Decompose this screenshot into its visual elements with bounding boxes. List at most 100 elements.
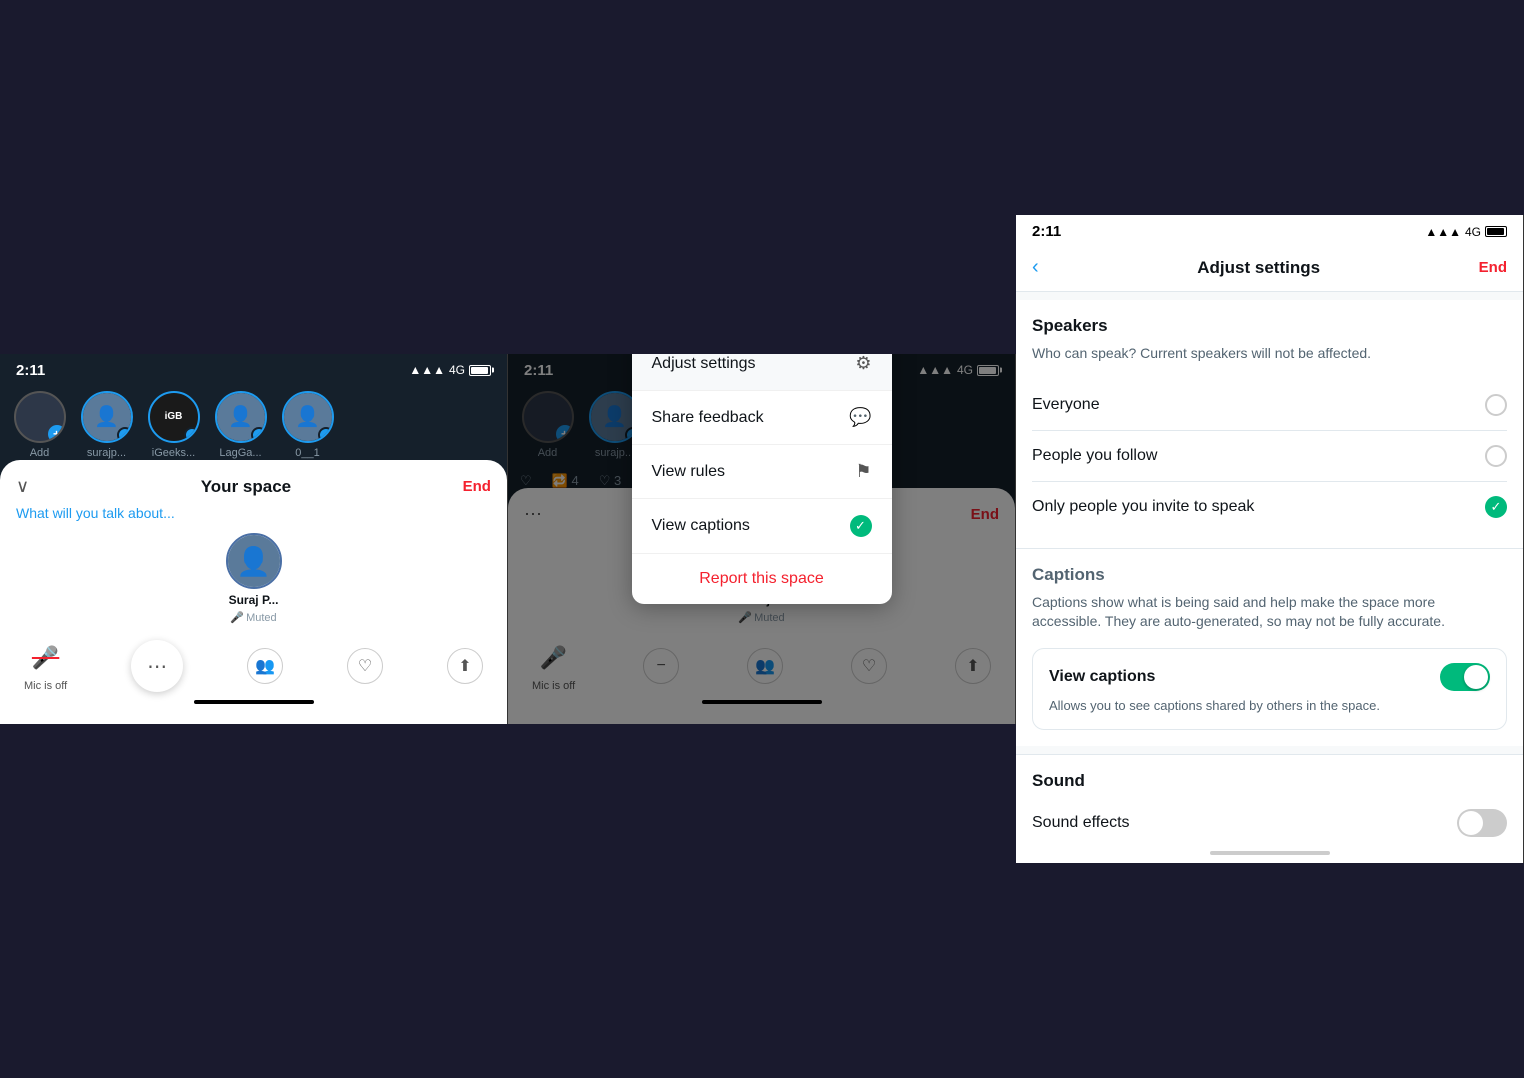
chat-icon: 💬 xyxy=(849,407,871,428)
notif-dot-2 xyxy=(184,427,200,443)
settings-header: ‹ Adjust settings End xyxy=(1016,244,1523,292)
story-0-1-label: 0__1 xyxy=(295,447,319,459)
speakers-section: Speakers Who can speak? Current speakers… xyxy=(1016,300,1523,548)
radio-everyone[interactable] xyxy=(1485,394,1507,416)
share-icon-1: ⬆ xyxy=(447,648,483,684)
story-add[interactable]: + Add xyxy=(12,391,67,459)
people-follow-label: People you follow xyxy=(1032,447,1157,465)
settings-end-btn[interactable]: End xyxy=(1479,259,1507,276)
people-icon-1: 👥 xyxy=(247,648,283,684)
space-chevron-1[interactable]: ∨ xyxy=(16,476,29,497)
sound-section: Sound Sound effects xyxy=(1016,754,1523,863)
captions-title: Captions xyxy=(1032,565,1507,585)
sound-effects-row: Sound effects xyxy=(1032,799,1507,847)
story-add-label: Add xyxy=(30,447,50,459)
sound-title: Sound xyxy=(1032,771,1507,791)
space-user-name-1: Suraj P... xyxy=(229,593,279,607)
network-1: 4G xyxy=(449,363,465,377)
dropdown-view-rules[interactable]: View rules ⚑ xyxy=(632,445,892,499)
time-1: 2:11 xyxy=(16,362,45,379)
signal-icon-3: ▲▲▲ xyxy=(1425,225,1461,239)
igb-logo: iGB xyxy=(165,411,183,422)
story-0-1[interactable]: 👤 0__1 xyxy=(280,391,335,459)
flag-icon: ⚑ xyxy=(855,461,871,482)
more-icon-1[interactable]: ⋯ xyxy=(131,640,183,692)
signal-icon-1: ▲▲▲ xyxy=(409,363,445,377)
space-user-status-1: 🎤 Muted xyxy=(230,611,276,624)
captions-section: Captions Captions show what is being sai… xyxy=(1016,548,1523,746)
dropdown-adjust-settings[interactable]: Adjust settings ⚙ xyxy=(632,354,892,392)
speakers-desc: Who can speak? Current speakers will not… xyxy=(1032,344,1507,364)
network-3: 4G xyxy=(1465,225,1481,239)
space-end-btn-1[interactable]: End xyxy=(463,478,491,495)
status-bar-3: 2:11 ▲▲▲ 4G xyxy=(1016,215,1523,244)
share-feedback-label: Share feedback xyxy=(652,409,764,427)
adjust-settings-label: Adjust settings xyxy=(652,355,756,373)
twitter-feed-bg: 2:11 ▲▲▲ 4G + Add 👤 surajp... xyxy=(0,354,507,725)
view-captions-header: View captions xyxy=(1049,663,1490,691)
sound-effects-label: Sound effects xyxy=(1032,814,1130,832)
status-bar-1: 2:11 ▲▲▲ 4G xyxy=(0,354,507,383)
option-everyone[interactable]: Everyone xyxy=(1032,380,1507,431)
space-subtitle-1: What will you talk about... xyxy=(16,505,491,521)
story-suraj[interactable]: 👤 surajp... xyxy=(79,391,134,459)
battery-1 xyxy=(469,365,491,376)
people-control-1[interactable]: 👥 xyxy=(247,648,283,684)
screen1: 2:11 ▲▲▲ 4G + Add 👤 surajp... xyxy=(0,354,508,725)
story-igb[interactable]: iGB iGeeks... xyxy=(146,391,201,459)
settings-title: Adjust settings xyxy=(1197,258,1320,278)
space-user-avatar-1: 👤 xyxy=(226,533,282,589)
speakers-title: Speakers xyxy=(1032,316,1507,336)
mic-control-1: 🎤 Mic is off xyxy=(24,640,67,692)
green-check-icon: ✓ xyxy=(850,515,872,537)
story-suraj-label: surajp... xyxy=(87,447,126,459)
view-captions-label: View captions xyxy=(1049,668,1155,686)
invite-only-label: Only people you invite to speak xyxy=(1032,498,1254,516)
home-indicator-3 xyxy=(1210,851,1330,855)
view-captions-toggle[interactable] xyxy=(1440,663,1490,691)
notif-dot-3 xyxy=(251,427,267,443)
heart-control-1[interactable]: ♡ xyxy=(347,648,383,684)
everyone-label: Everyone xyxy=(1032,396,1100,414)
space-bottom-controls-1: 🎤 Mic is off ⋯ 👥 ♡ ⬆ xyxy=(16,640,491,692)
mic-icon-1[interactable]: 🎤 xyxy=(28,640,64,676)
notif-dot-1 xyxy=(117,427,133,443)
toggle-knob xyxy=(1464,665,1488,689)
sound-toggle-knob xyxy=(1459,811,1483,835)
battery-3 xyxy=(1485,226,1507,237)
dropdown-share-feedback[interactable]: Share feedback 💬 xyxy=(632,391,892,445)
space-users-1: 👤 Suraj P... 🎤 Muted xyxy=(16,533,491,624)
story-suraj-avatar: 👤 xyxy=(81,391,133,443)
captions-desc: Captions show what is being said and hel… xyxy=(1032,593,1507,632)
dropdown-view-captions[interactable]: View captions ✓ xyxy=(632,499,892,554)
view-rules-label: View rules xyxy=(652,463,726,481)
space-user-1: 👤 Suraj P... 🎤 Muted xyxy=(226,533,282,624)
option-invite-only[interactable]: Only people you invite to speak ✓ xyxy=(1032,482,1507,532)
dropdown-menu: About Spaces Adjust settings ⚙ Share fee… xyxy=(632,354,892,605)
mic-slash-icon: 🎤 xyxy=(230,611,244,624)
report-space-label: Report this space xyxy=(699,570,824,588)
stories-row-1: + Add 👤 surajp... iGB iGeeks... xyxy=(0,383,507,467)
view-captions-card: View captions Allows you to see captions… xyxy=(1032,648,1507,730)
status-icons-3: ▲▲▲ 4G xyxy=(1425,225,1507,239)
sound-effects-toggle[interactable] xyxy=(1457,809,1507,837)
space-header-1: ∨ Your space End xyxy=(16,476,491,497)
space-panel-1: ∨ Your space End What will you talk abou… xyxy=(0,460,507,724)
story-lagga[interactable]: 👤 LagGa... xyxy=(213,391,268,459)
radio-invite-only: ✓ xyxy=(1485,496,1507,518)
back-btn[interactable]: ‹ xyxy=(1032,256,1039,279)
space-title-1: Your space xyxy=(201,477,291,497)
story-igb-label: iGeeks... xyxy=(152,447,195,459)
more-control-1[interactable]: ⋯ xyxy=(131,640,183,692)
option-people-follow[interactable]: People you follow xyxy=(1032,431,1507,482)
muted-label-1: Muted xyxy=(246,612,277,624)
radio-people-follow[interactable] xyxy=(1485,445,1507,467)
add-icon: + xyxy=(48,425,66,443)
notif-dot-4 xyxy=(318,427,334,443)
share-control-1[interactable]: ⬆ xyxy=(447,648,483,684)
screen3: 2:11 ▲▲▲ 4G ‹ Adjust settings End Speake… xyxy=(1016,215,1524,863)
user-avatar-img: 👤 xyxy=(228,535,280,587)
dropdown-report-space[interactable]: Report this space xyxy=(632,554,892,604)
status-icons-1: ▲▲▲ 4G xyxy=(409,363,491,377)
view-captions-desc: Allows you to see captions shared by oth… xyxy=(1049,697,1490,715)
